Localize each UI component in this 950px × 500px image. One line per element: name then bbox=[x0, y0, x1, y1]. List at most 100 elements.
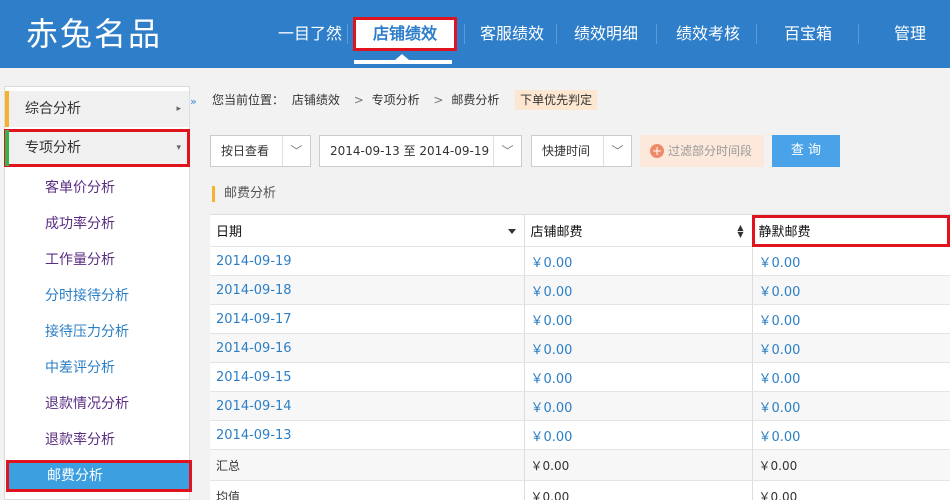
column-header-label: 店铺邮费 bbox=[530, 225, 583, 240]
chevron-down-icon: ﹀ bbox=[603, 136, 631, 166]
sidebar-item-negative-review[interactable]: 中差评分析 bbox=[5, 353, 189, 383]
table-row: 2014-09-17 ￥0.00 ￥0.00 bbox=[210, 304, 950, 334]
sidebar-item-postage[interactable]: 邮费分析 bbox=[6, 460, 192, 492]
nav-active-underline bbox=[354, 60, 452, 64]
nav-separator bbox=[347, 24, 348, 44]
nav-item-performance-review[interactable]: 绩效考核 bbox=[660, 19, 756, 49]
date-cell[interactable]: 2014-09-14 bbox=[210, 391, 524, 421]
date-range-value: 2014-09-13 至 2014-09-19 bbox=[330, 144, 490, 158]
sidebar-group-marker bbox=[5, 91, 9, 127]
summary-row-average: 均值 ￥0.00 ￥0.00 bbox=[210, 480, 950, 500]
nav-active-caret bbox=[395, 54, 409, 60]
top-header: 赤兔名品 一目了然 店铺绩效 客服绩效 绩效明细 绩效考核 百宝箱 管理 bbox=[0, 0, 950, 68]
date-range-picker[interactable]: 2014-09-13 至 2014-09-19 ﹀ bbox=[319, 135, 522, 167]
nav-item-service-performance[interactable]: 客服绩效 bbox=[464, 19, 560, 49]
view-mode-select[interactable]: 按日查看 ﹀ bbox=[210, 135, 311, 167]
nav-separator bbox=[858, 24, 859, 44]
table-row: 2014-09-15 ￥0.00 ￥0.00 bbox=[210, 362, 950, 392]
breadcrumb-separator: > bbox=[433, 93, 444, 107]
summary-value: ￥0.00 bbox=[751, 449, 950, 481]
sidebar: 综合分析 ▸ 专项分析 ▾ 客单价分析 成功率分析 工作量分析 分时接待分析 接… bbox=[4, 86, 192, 500]
shop-postage-cell[interactable]: ￥0.00 bbox=[523, 362, 752, 392]
silent-postage-cell[interactable]: ￥0.00 bbox=[751, 246, 950, 276]
date-cell[interactable]: 2014-09-17 bbox=[210, 304, 524, 334]
nav-item-manage[interactable]: 管理 bbox=[878, 19, 942, 49]
sidebar-item-refund-rate[interactable]: 退款率分析 bbox=[5, 425, 189, 455]
summary-value: ￥0.00 bbox=[523, 480, 752, 500]
silent-postage-cell[interactable]: ￥0.00 bbox=[751, 275, 950, 305]
sidebar-item-reception-pressure[interactable]: 接待压力分析 bbox=[5, 317, 189, 347]
shop-postage-cell[interactable]: ￥0.00 bbox=[523, 420, 752, 450]
summary-row-total: 汇总 ￥0.00 ￥0.00 bbox=[210, 449, 950, 481]
nav-item-performance-detail[interactable]: 绩效明细 bbox=[558, 19, 654, 49]
nav-item-overview[interactable]: 一目了然 bbox=[262, 19, 358, 49]
date-cell[interactable]: 2014-09-16 bbox=[210, 333, 524, 363]
section-title-text: 邮费分析 bbox=[224, 186, 277, 201]
table-row: 2014-09-16 ￥0.00 ￥0.00 bbox=[210, 333, 950, 363]
exclude-time-button[interactable]: + 过滤部分时间段 bbox=[640, 135, 764, 167]
exclude-time-label: 过滤部分时间段 bbox=[668, 144, 753, 158]
shop-postage-cell[interactable]: ￥0.00 bbox=[523, 391, 752, 421]
shop-postage-cell[interactable]: ￥0.00 bbox=[523, 246, 752, 276]
query-button[interactable]: 查 询 bbox=[772, 135, 840, 167]
breadcrumb-item[interactable]: 专项分析 bbox=[372, 93, 420, 107]
section-marker bbox=[212, 186, 215, 202]
chevron-down-icon: ▾ bbox=[176, 143, 181, 153]
postage-table: 日期 店铺邮费 ▲ ▼ 静默邮费 2014-09-19 ￥0.00 ￥0.00 2… bbox=[210, 214, 950, 500]
sort-desc-icon bbox=[507, 229, 516, 234]
breadcrumb-item[interactable]: 店铺绩效 bbox=[292, 93, 340, 107]
column-header-label: 日期 bbox=[216, 225, 243, 240]
column-header-silent-postage[interactable]: 静默邮费 bbox=[751, 214, 950, 247]
chevron-right-icon: ▸ bbox=[176, 104, 181, 114]
date-cell[interactable]: 2014-09-15 bbox=[210, 362, 524, 392]
breadcrumb: 您当前位置： 店铺绩效 > 专项分析 > 邮费分析 下单优先判定 bbox=[212, 90, 601, 110]
column-header-label: 静默邮费 bbox=[758, 225, 811, 240]
sidebar-group-label: 专项分析 bbox=[25, 140, 81, 156]
silent-postage-cell[interactable]: ￥0.00 bbox=[751, 420, 950, 450]
summary-value: ￥0.00 bbox=[751, 480, 950, 500]
chevron-down-icon: ﹀ bbox=[282, 136, 310, 166]
table-row: 2014-09-14 ￥0.00 ￥0.00 bbox=[210, 391, 950, 421]
date-cell[interactable]: 2014-09-13 bbox=[210, 420, 524, 450]
view-mode-value: 按日查看 bbox=[221, 144, 270, 158]
nav-item-shop-performance[interactable]: 店铺绩效 bbox=[353, 17, 457, 51]
summary-value: ￥0.00 bbox=[523, 449, 752, 481]
nav-item-toolbox[interactable]: 百宝箱 bbox=[760, 19, 856, 49]
sidebar-item-workload[interactable]: 工作量分析 bbox=[5, 245, 189, 275]
sidebar-item-hourly-reception[interactable]: 分时接待分析 bbox=[5, 281, 189, 311]
column-header-date[interactable]: 日期 bbox=[210, 214, 524, 247]
sidebar-item-success-rate[interactable]: 成功率分析 bbox=[5, 209, 189, 239]
sidebar-collapse-icon[interactable]: » bbox=[190, 95, 197, 108]
sidebar-group-label: 综合分析 bbox=[25, 101, 81, 117]
chevron-down-icon: ﹀ bbox=[493, 136, 521, 166]
table-row: 2014-09-19 ￥0.00 ￥0.00 bbox=[210, 246, 950, 276]
nav-separator bbox=[756, 24, 757, 44]
silent-postage-cell[interactable]: ￥0.00 bbox=[751, 362, 950, 392]
breadcrumb-prefix: 您当前位置： bbox=[212, 93, 285, 107]
shop-postage-cell[interactable]: ￥0.00 bbox=[523, 275, 752, 305]
silent-postage-cell[interactable]: ￥0.00 bbox=[751, 391, 950, 421]
sidebar-item-avg-order[interactable]: 客单价分析 bbox=[5, 173, 189, 203]
sidebar-group-marker bbox=[5, 130, 9, 166]
breadcrumb-tag: 下单优先判定 bbox=[515, 90, 598, 110]
quick-time-select[interactable]: 快捷时间 ﹀ bbox=[531, 135, 632, 167]
nav-separator bbox=[556, 24, 557, 44]
summary-label: 均值 bbox=[210, 480, 524, 500]
quick-time-value: 快捷时间 bbox=[542, 144, 591, 158]
column-header-shop-postage[interactable]: 店铺邮费 ▲ ▼ bbox=[523, 214, 752, 247]
table-row: 2014-09-13 ￥0.00 ￥0.00 bbox=[210, 420, 950, 450]
section-title: 邮费分析 bbox=[212, 184, 276, 204]
sidebar-item-refund-status[interactable]: 退款情况分析 bbox=[5, 389, 189, 419]
date-cell[interactable]: 2014-09-19 bbox=[210, 246, 524, 276]
shop-postage-cell[interactable]: ￥0.00 bbox=[523, 333, 752, 363]
table-header-row: 日期 店铺邮费 ▲ ▼ 静默邮费 bbox=[210, 214, 950, 247]
shop-postage-cell[interactable]: ￥0.00 bbox=[523, 304, 752, 334]
app-logo[interactable]: 赤兔名品 bbox=[26, 14, 162, 54]
silent-postage-cell[interactable]: ￥0.00 bbox=[751, 304, 950, 334]
breadcrumb-separator: > bbox=[353, 93, 364, 107]
silent-postage-cell[interactable]: ￥0.00 bbox=[751, 333, 950, 363]
date-cell[interactable]: 2014-09-18 bbox=[210, 275, 524, 305]
sidebar-group-comprehensive[interactable]: 综合分析 ▸ bbox=[5, 91, 189, 127]
table-row: 2014-09-18 ￥0.00 ￥0.00 bbox=[210, 275, 950, 305]
sidebar-group-special[interactable]: 专项分析 ▾ bbox=[4, 129, 190, 167]
